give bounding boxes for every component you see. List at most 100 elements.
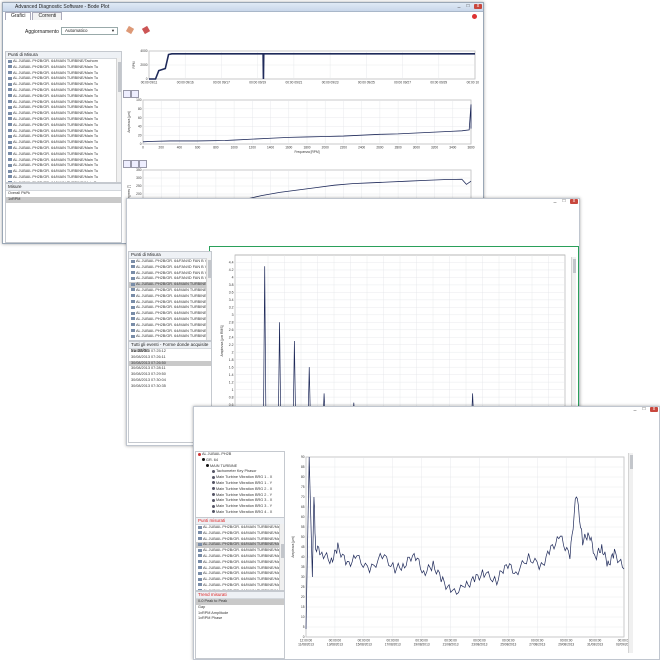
w1-misure-list: Overall PkPk 1xRPM — [6, 191, 121, 203]
y-tick-label: 4.4 — [229, 261, 234, 265]
x-tick-label: 200 — [159, 146, 165, 150]
bode-amplitude-chart[interactable]: 0204060801000 200 400 600 800 1000 1200 1400 160… — [121, 97, 479, 159]
x-tick-label: 2800 — [395, 146, 402, 150]
point-list-item-label: AL JUBAIL PH2B/GR. 64/MAIN TURBINE/Main … — [13, 70, 99, 75]
x-tick-label-date: 02/09/2013 — [616, 643, 628, 647]
sensor-icon — [8, 169, 12, 173]
trend-list-item[interactable]: 1xRPM Phase — [196, 616, 284, 622]
spectrum-min-button[interactable]: _ — [551, 199, 559, 204]
x-tick-label: 3000 — [413, 146, 420, 150]
w3-scroll-thumb[interactable] — [280, 544, 284, 558]
aggiornamento-select[interactable]: Automatico — [61, 27, 118, 35]
x-tick-label-date: 21/08/2013 — [443, 643, 459, 647]
point-list-item-label: AL JUBAIL PH2B/GR. 64/MAIN TURBINE/Main … — [13, 111, 99, 116]
y-tick-label: 90 — [301, 455, 305, 459]
x-tick-label: 3400 — [449, 146, 456, 150]
trend-list-item-label: Gap — [198, 604, 206, 609]
x-tick-label: 00:00 09/25 — [358, 81, 375, 85]
trend-chart[interactable]: 05101520253035404550556065707580859012:0… — [286, 453, 628, 657]
y-tick-label: 80 — [138, 107, 142, 111]
w2-events-list: 30/08/2013 07:25:12 30/08/2013 07:26:11 30… — [129, 349, 211, 390]
stop-icon[interactable] — [472, 14, 477, 19]
close-button[interactable]: x — [474, 4, 482, 9]
sensor-icon — [8, 134, 12, 138]
y-tick-label: 45 — [301, 545, 305, 549]
y-tick-label: 75 — [301, 485, 305, 489]
w2-points-scrollbar[interactable] — [206, 258, 211, 340]
event-list-item[interactable]: 30/08/2013 07:30:35 — [129, 384, 211, 390]
trend-scrollbar[interactable] — [628, 453, 633, 653]
event-list-item-label: 30/08/2013 07:30:35 — [131, 383, 166, 388]
sensor-icon — [131, 276, 135, 280]
trend-list-item-label: 0-0 Peak to Peak — [198, 599, 228, 603]
minimize-button[interactable]: _ — [455, 4, 463, 9]
tab-correnti[interactable]: Correnti — [32, 12, 63, 20]
event-list-item-label: 30/08/2013 07:29:50 — [131, 372, 166, 377]
trend-max-button[interactable]: □ — [640, 407, 648, 412]
spectrum-close-button[interactable]: x — [570, 199, 578, 204]
sensor-icon — [8, 146, 12, 150]
x-tick-label-date: 17/08/2013 — [385, 643, 401, 647]
tree-node-label: AL JUBAIL PH2B — [202, 452, 232, 456]
tree-node[interactable]: Main Turbine Vibration BRG 4 - X — [196, 510, 284, 516]
x-tick-label: 600 — [195, 146, 201, 150]
x-tick-label: 00:00 09/17 — [213, 81, 230, 85]
sensor-icon — [131, 259, 135, 263]
tool-icon[interactable] — [125, 25, 135, 35]
dropdown-arrow-icon[interactable]: ▼ — [111, 28, 115, 33]
y-tick-label: 3.4 — [229, 298, 234, 302]
w1-misure-header: Misure — [6, 184, 121, 191]
trend-list-item-label: 1xRPM Amplitude — [198, 610, 229, 615]
folder-node-icon — [202, 458, 205, 462]
spectrum-max-button[interactable]: □ — [560, 199, 568, 204]
tab-grafici[interactable]: Grafici — [5, 12, 32, 20]
x-tick-label: 1800 — [303, 146, 310, 150]
y-tick-label: 1.6 — [229, 365, 234, 369]
x-tick-label: 800 — [213, 146, 219, 150]
trend-close-button[interactable]: x — [650, 407, 658, 412]
y-axis-label: Ampiezza [µm] — [291, 536, 295, 557]
maximize-button[interactable]: □ — [464, 4, 472, 9]
sensor-icon — [8, 105, 12, 109]
sensor-icon — [131, 271, 135, 275]
sensor-icon — [198, 566, 202, 570]
point-list-item-label: AL JUBAIL PH2B/GR. 64/FAN/ID FAN B Vibr — [136, 264, 211, 269]
w3-trend-header: Trend misurati — [196, 592, 284, 599]
sensor-icon — [8, 152, 12, 156]
x-tick-label: 00:00 09/11 — [141, 81, 158, 85]
x-tick-label: 2200 — [340, 146, 347, 150]
y-tick-label: 3.8 — [229, 283, 234, 287]
sensor-icon — [198, 583, 202, 587]
misure-list-item[interactable]: 1xRPM — [6, 196, 121, 203]
y-axis-label: Ampiezza [µm RMS] — [220, 325, 224, 356]
x-tick-label-date: 13/08/2013 — [327, 643, 343, 647]
w2-scroll-thumb[interactable] — [207, 260, 211, 278]
point-list-item-label: AL JUBAIL PH2B/GR. 64/MAIN TURBINE/Main … — [203, 525, 284, 529]
point-list-item-label: AL JUBAIL PH2B/GR. 64/MAIN TURBINE/Main … — [203, 559, 284, 564]
trend-list-item-label: 1xRPM Phase — [198, 616, 223, 621]
point-list-item-label: AL JUBAIL PH2B/GR. 64/MAIN TURBINE/Main — [136, 299, 211, 304]
sensor-icon — [8, 175, 12, 179]
w3-points-scrollbar[interactable] — [279, 524, 284, 590]
tree-node-label: Main Turbine Vibration BRG 4 - X — [216, 509, 273, 514]
sensor-icon — [131, 305, 135, 309]
x-tick-label-date: 29/08/2013 — [558, 643, 574, 647]
w2-events-header: Tutti gli eventi - Forme donde acquisite… — [129, 342, 211, 353]
point-list-item-label: AL JUBAIL PH2B/GR. 64/MAIN TURBINE/Main … — [13, 116, 99, 121]
event-list-item-label: 30/08/2013 07:30:04 — [131, 377, 166, 382]
point-list-item-label: AL JUBAIL PH2B/GR. 64/MAIN TURBINE/Main … — [203, 530, 284, 535]
sensor-node-icon — [212, 504, 215, 508]
point-list-item-label: AL JUBAIL PH2B/GR. 64/MAIN TURBINE/Main … — [13, 145, 99, 150]
spectrum-scroll-thumb[interactable] — [572, 259, 576, 273]
point-list-item[interactable]: AL JUBAIL PH2B/GR. 64/MAIN TURBINE/Main — [129, 334, 211, 340]
y-tick-label: 1.2 — [229, 380, 234, 384]
point-list-item-label: AL JUBAIL PH2B/GR. 64/MAIN TURBINE/Main — [136, 322, 211, 327]
trend-min-button[interactable]: _ — [631, 407, 639, 412]
w2-points-header: Punti di Misura — [129, 252, 211, 259]
y-tick-label: 3.2 — [229, 306, 234, 310]
trend-scroll-thumb[interactable] — [629, 455, 633, 469]
sensor-icon — [198, 548, 202, 552]
paint-icon[interactable] — [141, 25, 151, 35]
rpm-timeline-chart[interactable]: 02000400000:00 09/11 00:00 09/16 00:00 09/… — [121, 47, 479, 91]
y-tick-label: 85 — [301, 465, 305, 469]
